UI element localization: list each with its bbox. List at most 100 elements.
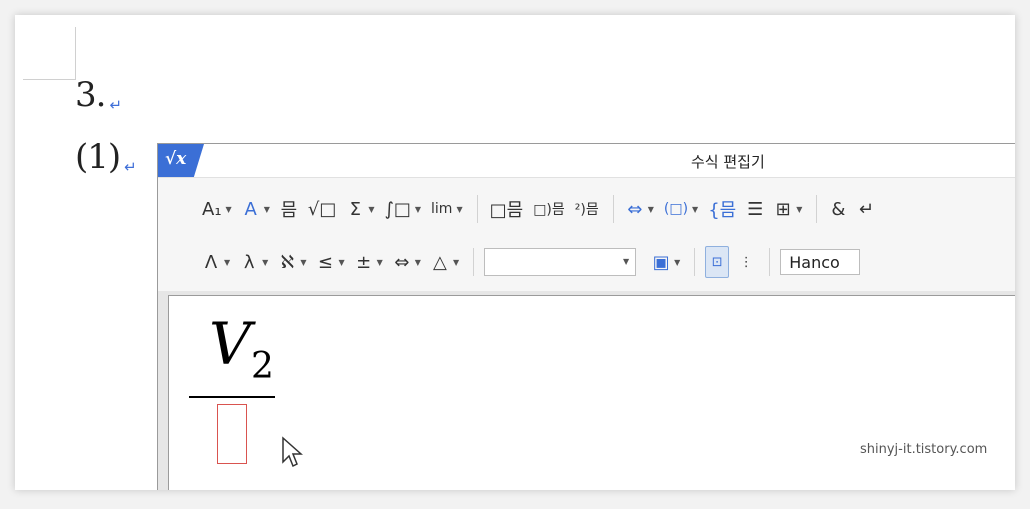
fraction-icon: 믐 [280, 200, 298, 221]
limit-icon: lim [431, 201, 453, 217]
toolbar-row-2: Λ ▼ λ ▼ ℵ ▼ ≤ ▼ ± ▼ ⇔ ▼ △ ▼ ▼ ▣ ▼ ⊡ ⋮ Hanco [200, 246, 861, 278]
font-name-box[interactable]: Hanco [780, 249, 861, 275]
font-combo[interactable]: ▼ [484, 248, 637, 276]
operator-icon: ± [356, 251, 372, 273]
mouse-pointer-icon [282, 436, 303, 468]
arrow-fraction-button[interactable]: ⇔ ▼ [624, 194, 656, 224]
enter-button[interactable]: ↵ [855, 194, 877, 224]
decoration-button[interactable]: A ▼ [240, 194, 272, 224]
inline-mode-icon: ⊡ [711, 254, 723, 270]
integral-button[interactable]: ∫□ ▼ [382, 194, 423, 224]
enter-icon: ↵ [858, 198, 874, 220]
font-size-icon: A₁ [202, 198, 222, 220]
equation-canvas[interactable]: V 2 [168, 295, 1015, 490]
arrow-icon: ⇔ [394, 251, 410, 273]
chevron-down-icon[interactable]: ▼ [300, 258, 306, 267]
integral-icon: ∫□ [384, 198, 411, 220]
editor-canvas-frame: V 2 [158, 291, 1015, 490]
rows-button[interactable]: ☰ [744, 194, 766, 224]
chevron-down-icon[interactable]: ▼ [338, 258, 344, 267]
paren-icon: (□) [663, 201, 689, 217]
title-bar[interactable]: √x 수식 편집기 [158, 144, 1015, 178]
inline-mode-button[interactable]: ⊡ [705, 246, 730, 278]
chevron-down-icon[interactable]: ▼ [377, 258, 383, 267]
ampersand-button[interactable]: & [827, 194, 849, 224]
toolbar-row-1: A₁ ▼ A ▼ 믐 √□ Σ ▼ ∫□ ▼ lim ▼ □믐 □)믐 ²)믐 ⇔ ▼ (□) ▼ {믐 ☰ ⊞ ▼ & ↵ [200, 194, 883, 224]
equation-logo-icon: √x [158, 144, 204, 177]
chevron-down-icon[interactable]: ▼ [226, 205, 232, 214]
numerator-variable: V [209, 310, 251, 378]
matrix-right-icon: ²)믐 [574, 202, 599, 218]
greek-upper-button[interactable]: Λ ▼ [200, 247, 232, 277]
margin-corner-vertical [75, 27, 76, 79]
root-icon: √□ [307, 198, 337, 220]
document-line-1[interactable]: (1) ↵ [75, 137, 137, 177]
line-3-text: 3. [75, 75, 106, 115]
matrix-mid-icon: □)믐 [533, 202, 565, 218]
margin-corner-horizontal [23, 79, 76, 80]
chevron-down-icon[interactable]: ▼ [692, 205, 698, 214]
operator-button[interactable]: ± ▼ [353, 247, 385, 277]
decoration-icon: A [244, 198, 257, 220]
sum-button[interactable]: Σ ▼ [344, 194, 376, 224]
hebrew-icon: ℵ [280, 251, 295, 273]
chevron-down-icon[interactable]: ▼ [224, 258, 230, 267]
toolbar-separator [769, 248, 771, 276]
chevron-down-icon[interactable]: ▼ [262, 258, 268, 267]
sum-icon: Σ [349, 198, 362, 220]
grid-icon: ⊞ [775, 198, 791, 220]
fraction-bar [189, 396, 275, 398]
toolbar-separator [476, 195, 478, 223]
arrow-fraction-icon: ⇔ [627, 198, 643, 220]
paren-button[interactable]: (□) ▼ [662, 194, 700, 224]
chevron-down-icon[interactable]: ▼ [674, 258, 680, 267]
hebrew-button[interactable]: ℵ ▼ [276, 247, 308, 277]
font-size-button[interactable]: A₁ ▼ [200, 194, 234, 224]
rows-icon: ☰ [747, 198, 764, 220]
greek-upper-icon: Λ [204, 251, 218, 273]
denominator-placeholder[interactable] [217, 404, 247, 464]
chevron-down-icon[interactable]: ▼ [453, 258, 459, 267]
misc-symbol-icon: △ [433, 251, 447, 273]
chevron-down-icon[interactable]: ▼ [456, 205, 462, 214]
arrow-button[interactable]: ⇔ ▼ [391, 247, 423, 277]
paragraph-return-icon: ↵ [124, 158, 137, 176]
greek-lower-button[interactable]: λ ▼ [238, 247, 270, 277]
document-line-3[interactable]: 3. ↵ [75, 75, 122, 115]
document-page: 3. ↵ (1) ↵ √x 수식 편집기 A₁ ▼ A ▼ 믐 √□ Σ ▼ ∫□ ▼ lim ▼ □믐 □)… [15, 15, 1015, 490]
chevron-down-icon[interactable]: ▼ [368, 205, 374, 214]
color-picker-button[interactable]: ▣ ▼ [650, 247, 682, 277]
toolbar-separator [816, 195, 818, 223]
misc-symbol-button[interactable]: △ ▼ [429, 247, 461, 277]
matrix-right-button[interactable]: ²)믐 [573, 194, 601, 224]
chevron-down-icon[interactable]: ▼ [415, 205, 421, 214]
chevron-down-icon[interactable]: ▼ [796, 205, 802, 214]
toolbar-separator [612, 195, 614, 223]
matrix-left-button[interactable]: □믐 [488, 194, 526, 224]
equation-editor-window[interactable]: √x 수식 편집기 A₁ ▼ A ▼ 믐 √□ Σ ▼ ∫□ ▼ lim ▼ □믐 □)믐 ²)믐 ⇔ ▼ (□)… [157, 143, 1015, 490]
limit-button[interactable]: lim ▼ [429, 194, 465, 224]
paragraph-return-icon: ↵ [109, 96, 122, 114]
matrix-left-icon: □믐 [489, 200, 524, 221]
chevron-down-icon[interactable]: ▼ [264, 205, 270, 214]
relation-button[interactable]: ≤ ▼ [314, 247, 346, 277]
display-mode-icon: ⋮ [739, 254, 753, 270]
color-person-icon: ▣ [652, 251, 670, 273]
ampersand-icon: & [831, 198, 846, 220]
root-button[interactable]: √□ [306, 194, 338, 224]
relation-icon: ≤ [317, 251, 334, 273]
window-title: 수식 편집기 [691, 153, 765, 171]
toolbar-separator [694, 248, 696, 276]
toolbar-separator [473, 248, 475, 276]
fraction-button[interactable]: 믐 [278, 194, 300, 224]
display-mode-button[interactable]: ⋮ [735, 247, 757, 277]
chevron-down-icon[interactable]: ▼ [648, 205, 654, 214]
chevron-down-icon[interactable]: ▼ [415, 258, 421, 267]
grid-button[interactable]: ⊞ ▼ [772, 194, 804, 224]
chevron-down-icon[interactable]: ▼ [623, 257, 629, 266]
brace-button[interactable]: {믐 [706, 194, 738, 224]
brace-icon: {믐 [708, 200, 737, 221]
matrix-mid-button[interactable]: □)믐 [531, 194, 567, 224]
greek-lower-icon: λ [243, 251, 255, 273]
numerator-subscript: 2 [251, 346, 274, 387]
